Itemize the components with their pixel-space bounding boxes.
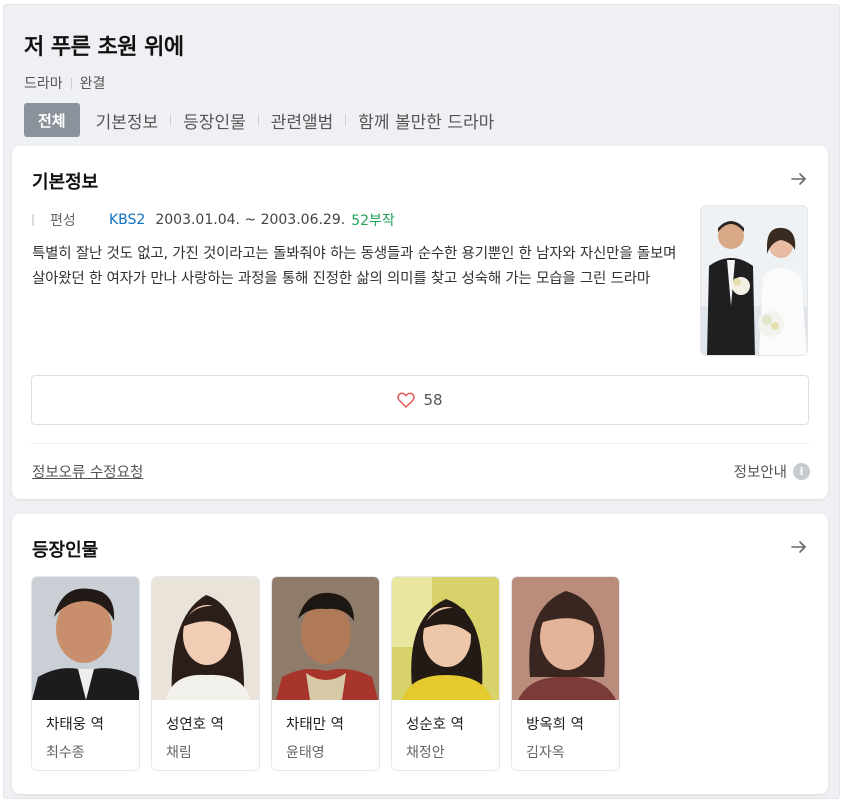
like-count: 58 bbox=[423, 391, 443, 409]
cast-member[interactable]: 차태만 역 윤태영 bbox=[271, 576, 380, 771]
broadcast-label: 편성 bbox=[50, 213, 76, 229]
actor-photo-illustration bbox=[512, 577, 619, 700]
tab-cast[interactable]: 등장인물 bbox=[171, 108, 258, 133]
actor-photo-illustration bbox=[152, 577, 259, 700]
air-date-range: 2003.01.04. ~ 2003.06.29. bbox=[155, 212, 346, 228]
drama-header: 저 푸른 초원 위에 드라마 완결 전체 기본정보 등장인물 관련앨범 함께 볼… bbox=[4, 5, 839, 137]
drama-meta: 드라마 완결 bbox=[24, 73, 839, 93]
synopsis: 특별히 잘난 것도 없고, 가진 것이라고는 돌봐줘야 하는 동생들과 순수한 … bbox=[32, 246, 677, 287]
drama-panel: 저 푸른 초원 위에 드라마 완결 전체 기본정보 등장인물 관련앨범 함께 볼… bbox=[3, 4, 840, 799]
info-icon: i bbox=[793, 463, 810, 480]
meta-divider bbox=[70, 77, 72, 89]
actor-name: 윤태영 bbox=[286, 745, 325, 761]
actor-photo-illustration bbox=[32, 577, 139, 700]
cast-member[interactable]: 방옥희 역 김자옥 bbox=[511, 576, 620, 771]
cast-member[interactable]: 성연호 역 채림 bbox=[151, 576, 260, 771]
tab-albums[interactable]: 관련앨범 bbox=[259, 108, 346, 133]
episode-count: 52부작 bbox=[351, 213, 395, 229]
channel-link[interactable]: KBS2 bbox=[109, 212, 145, 228]
actor-name: 최수종 bbox=[46, 745, 85, 761]
section-divider bbox=[31, 443, 809, 444]
basic-info-card: 기본정보 편성 KBS2 2003.01.04. ~ 2003.06.29. 5… bbox=[12, 146, 828, 499]
cast-card-section: 등장인물 차태웅 역 최수종 성연호 역 채림 차태만 역 윤태영 성순호 역 … bbox=[12, 514, 828, 794]
poster-illustration bbox=[701, 206, 807, 355]
character-name: 성순호 역 bbox=[406, 717, 464, 733]
actor-photo bbox=[152, 577, 259, 700]
arrow-right-icon[interactable] bbox=[790, 538, 808, 556]
character-name: 차태웅 역 bbox=[46, 717, 104, 733]
character-name: 방옥희 역 bbox=[526, 717, 584, 733]
actor-photo-illustration bbox=[272, 577, 379, 700]
info-guide-label: 정보안내 bbox=[733, 465, 787, 481]
character-name: 차태만 역 bbox=[286, 717, 344, 733]
info-bar bbox=[32, 214, 34, 226]
cast-title[interactable]: 등장인물 bbox=[32, 536, 98, 562]
genre-label: 드라마 bbox=[24, 76, 63, 92]
cast-member[interactable]: 차태웅 역 최수종 bbox=[31, 576, 140, 771]
character-name: 성연호 역 bbox=[166, 717, 224, 733]
like-button[interactable]: 58 bbox=[31, 375, 809, 425]
actor-photo bbox=[272, 577, 379, 700]
tab-bar: 전체 기본정보 등장인물 관련앨범 함께 볼만한 드라마 bbox=[24, 103, 839, 137]
status-label: 완결 bbox=[79, 76, 106, 92]
actor-name: 채정안 bbox=[406, 745, 445, 761]
poster-image[interactable] bbox=[700, 205, 808, 356]
cast-list: 차태웅 역 최수종 성연호 역 채림 차태만 역 윤태영 성순호 역 채정안 방… bbox=[31, 576, 631, 771]
tab-all[interactable]: 전체 bbox=[24, 103, 80, 137]
actor-name: 채림 bbox=[166, 745, 192, 761]
tab-basic-info[interactable]: 기본정보 bbox=[80, 108, 171, 133]
report-error-link[interactable]: 정보오류 수정요청 bbox=[32, 461, 143, 482]
basic-info-title[interactable]: 기본정보 bbox=[32, 168, 98, 194]
actor-photo bbox=[32, 577, 139, 700]
actor-photo bbox=[512, 577, 619, 700]
tab-similar-dramas[interactable]: 함께 볼만한 드라마 bbox=[346, 108, 506, 133]
cast-member[interactable]: 성순호 역 채정안 bbox=[391, 576, 500, 771]
heart-icon bbox=[397, 392, 416, 408]
broadcast-info: 편성 KBS2 2003.01.04. ~ 2003.06.29. 52부작 bbox=[32, 210, 395, 230]
drama-title[interactable]: 저 푸른 초원 위에 bbox=[24, 29, 839, 61]
arrow-right-icon[interactable] bbox=[790, 170, 808, 188]
actor-name: 김자옥 bbox=[526, 745, 565, 761]
info-guide-button[interactable]: 정보안내 i bbox=[734, 461, 810, 482]
actor-photo bbox=[392, 577, 499, 700]
actor-photo-illustration bbox=[392, 577, 499, 700]
